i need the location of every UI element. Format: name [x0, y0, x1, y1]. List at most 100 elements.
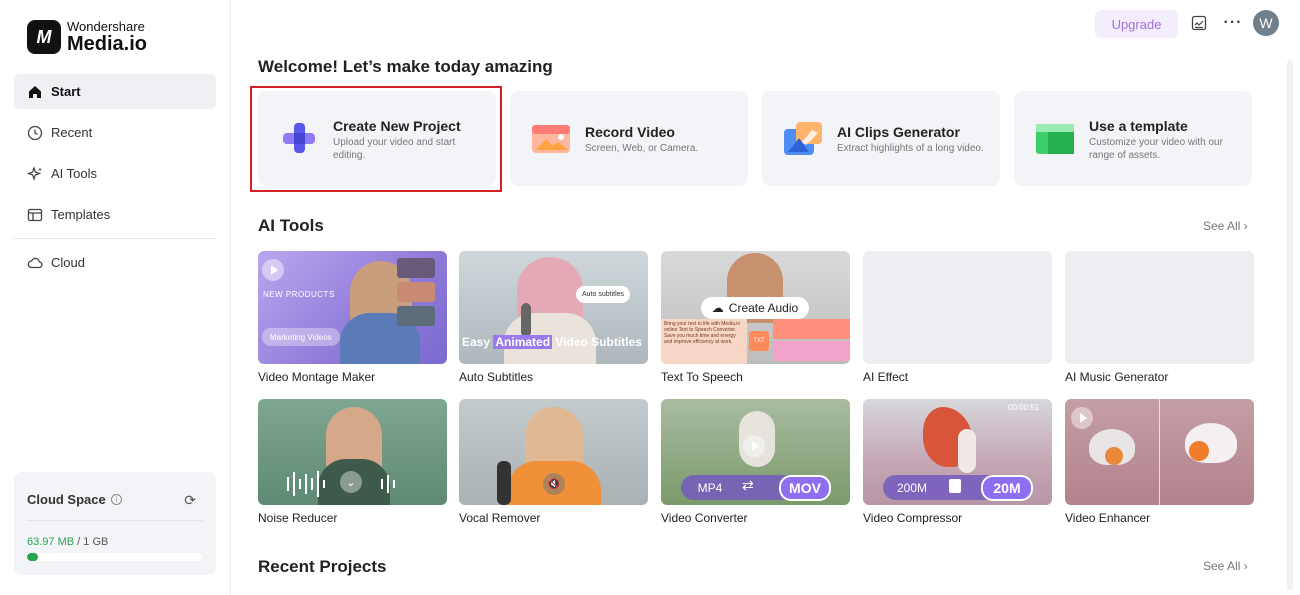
tool-label: Auto Subtitles [459, 370, 534, 384]
scrollbar[interactable] [1287, 60, 1293, 590]
thumbnail-text: NEW PRODUCTS [263, 290, 335, 299]
recent-projects-see-all-link[interactable]: See All › [1203, 559, 1248, 573]
selection-highlight [250, 86, 502, 192]
sidebar-item-label: Start [51, 84, 81, 99]
sidebar-item-label: Templates [51, 207, 111, 222]
play-icon [1071, 407, 1093, 429]
card-description: Customize your video with our range of a… [1089, 137, 1223, 161]
convert-arrows-icon: ⇄ [742, 477, 754, 493]
microphone-image [497, 461, 511, 505]
see-all-label: See All [1203, 219, 1241, 233]
play-icon [262, 259, 284, 281]
brand-line1: Wondershare [67, 19, 145, 34]
brand-line2: Media.io [67, 33, 148, 55]
microphone-image [521, 303, 531, 337]
record-video-card[interactable]: Record Video Screen, Web, or Camera. [510, 91, 748, 186]
card-title: Record Video [585, 124, 675, 140]
file-icon [949, 479, 961, 493]
sidebar-item-ai-tools[interactable]: AI Tools [14, 156, 216, 191]
storage-used: 63.97 MB [27, 536, 75, 548]
ai-clips-icon [784, 122, 822, 155]
thumbnail-text: Bring your text to life with Media.io on… [661, 319, 747, 364]
sidebar-item-recent[interactable]: Recent [14, 115, 216, 150]
sidebar-nav: Start Recent AI Tools Templates Cloud [14, 74, 216, 286]
welcome-heading: Welcome! Let’s make today amazing [258, 57, 553, 76]
tool-label: Vocal Remover [459, 511, 541, 525]
info-icon[interactable]: i [110, 494, 122, 505]
task-list-icon[interactable] [1189, 13, 1209, 33]
card-title: AI Clips Generator [837, 124, 960, 140]
nav-divider [14, 238, 216, 239]
tool-ai-effect[interactable]: AI Effect [863, 251, 1052, 384]
storage-progress-bar [27, 553, 202, 561]
ai-clips-generator-card[interactable]: AI Clips Generator Extract highlights of… [762, 91, 1000, 186]
storage-usage-text: 63.97 MB / 1 GB [27, 536, 108, 548]
ai-tools-see-all-link[interactable]: See All › [1203, 219, 1248, 233]
tool-video-compressor[interactable]: 00:00:51 200M 20M Video Compressor [863, 399, 1052, 525]
tool-thumbnail [1065, 399, 1254, 505]
tool-label: Video Compressor [863, 511, 963, 525]
ai-tools-heading: AI Tools [258, 216, 324, 235]
media-io-logo-icon: M [27, 20, 61, 54]
more-options-icon[interactable]: ··· [1223, 13, 1243, 33]
tool-label: Text To Speech [661, 370, 743, 384]
tool-thumbnail: ⌄ [258, 399, 447, 505]
tool-label: Video Converter [661, 511, 748, 525]
tool-label: Video Enhancer [1065, 511, 1151, 525]
divider [27, 520, 203, 521]
tool-video-montage-maker[interactable]: NEW PRODUCTS Marketing Videos Video Mont… [258, 251, 447, 384]
tool-thumbnail: ☁ Create Audio Bring your text to life wi… [661, 251, 850, 364]
mute-icon: 🔇 [543, 473, 565, 495]
tool-thumbnail: 00:00:51 200M 20M [863, 399, 1052, 505]
see-all-label: See All [1203, 559, 1241, 573]
user-avatar[interactable]: W [1253, 10, 1279, 36]
sidebar-item-cloud[interactable]: Cloud [14, 245, 216, 280]
tool-noise-reducer[interactable]: ⌄ Noise Reducer [258, 399, 447, 525]
app-logo[interactable]: M Wondershare Media.io [27, 20, 147, 54]
tool-vocal-remover[interactable]: 🔇 Vocal Remover [459, 399, 648, 525]
tool-thumbnail: MP4 ⇄ MOV [661, 399, 850, 505]
video-duration: 00:00:51 [1008, 403, 1040, 412]
thumbnail-caption: Easy Animated Video Subtitles [462, 335, 642, 349]
tool-video-converter[interactable]: MP4 ⇄ MOV Video Converter [661, 399, 850, 525]
tool-ai-music-generator[interactable]: AI Music Generator [1065, 251, 1254, 384]
card-description: Extract highlights of a long video. [837, 143, 984, 154]
sidebar-item-label: Cloud [51, 255, 85, 270]
storage-total: 1 GB [83, 536, 109, 548]
thumbnail-badge: Marketing Videos [270, 332, 332, 342]
sidebar-item-start[interactable]: Start [14, 74, 216, 109]
card-title: Use a template [1089, 118, 1188, 134]
template-icon [27, 208, 43, 221]
sidebar: M Wondershare Media.io Start Recent AI T… [0, 0, 231, 595]
thumbnail-badge: Create Audio [728, 301, 799, 315]
recent-projects-heading: Recent Projects [258, 557, 387, 576]
tool-auto-subtitles[interactable]: Auto subtitles Easy Animated Video Subti… [459, 251, 648, 384]
tool-label: AI Effect [863, 370, 909, 384]
use-a-template-card[interactable]: Use a template Customize your video with… [1014, 91, 1252, 186]
from-size: 200M [896, 481, 928, 495]
sidebar-item-templates[interactable]: Templates [14, 197, 216, 232]
card-description: Screen, Web, or Camera. [585, 143, 699, 154]
tool-video-enhancer[interactable]: Video Enhancer [1065, 399, 1254, 525]
chevron-right-icon: › [1243, 219, 1248, 233]
to-format: MOV [779, 475, 831, 501]
sparkle-icon [27, 165, 42, 181]
template-card-icon [1036, 124, 1074, 154]
refresh-icon[interactable]: ⟳ [184, 492, 196, 509]
storage-progress-fill [27, 553, 38, 561]
to-size: 20M [981, 475, 1033, 501]
tool-text-to-speech[interactable]: ☁ Create Audio Bring your text to life wi… [661, 251, 850, 384]
waveform-icon [287, 471, 395, 497]
storage-separator: / [74, 536, 84, 548]
tool-thumbnail: NEW PRODUCTS Marketing Videos [258, 251, 447, 364]
tool-label: Video Montage Maker [258, 370, 376, 384]
home-icon [29, 85, 41, 98]
txt-file-icon: TXT [749, 331, 769, 351]
play-icon [743, 435, 765, 457]
sidebar-item-label: AI Tools [51, 166, 98, 181]
cloud-space-card: Cloud Space i ⟳ 63.97 MB / 1 GB [14, 472, 216, 575]
upgrade-button[interactable]: Upgrade [1095, 10, 1178, 38]
from-format: MP4 [697, 481, 723, 495]
compare-divider [1159, 399, 1160, 505]
tool-label: Noise Reducer [258, 511, 338, 525]
